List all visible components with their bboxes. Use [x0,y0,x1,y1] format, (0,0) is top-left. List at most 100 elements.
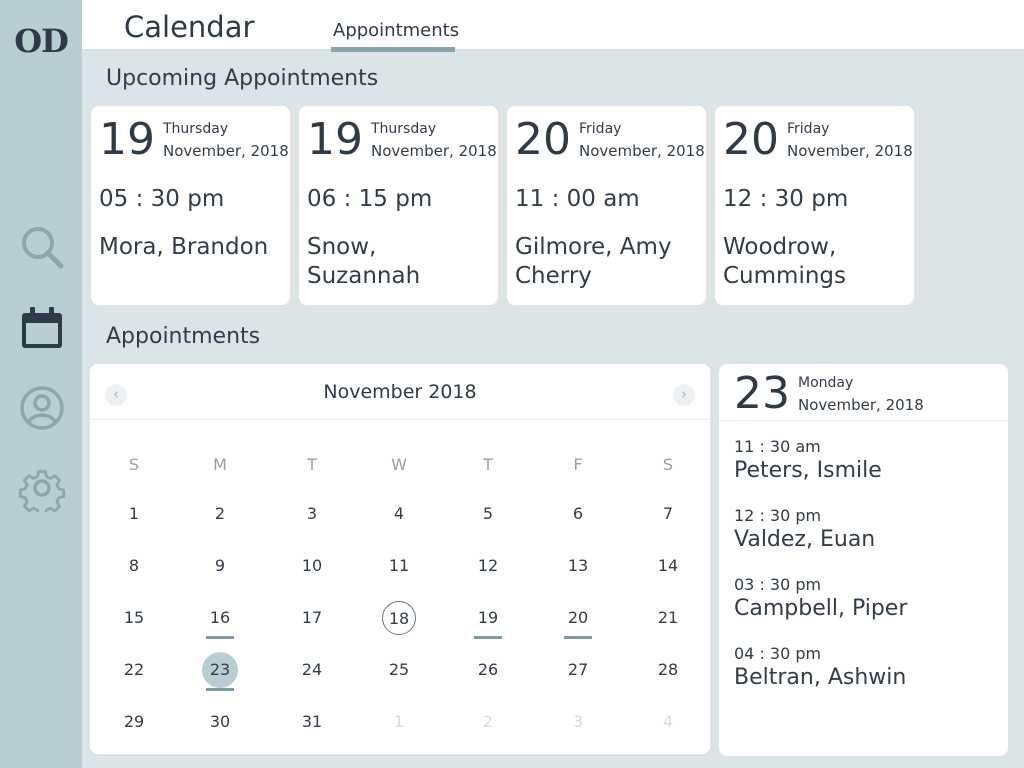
weekday-header: F [573,455,583,474]
appointment-patient: Campbell, Piper [734,596,908,621]
nav-profile[interactable] [17,383,67,433]
weekday-header: S [662,455,674,474]
day-appointment-item[interactable]: 03 : 30 pm Campbell, Piper [734,575,999,621]
calendar-day[interactable]: 26 [470,652,506,688]
calendar-day[interactable]: 31 [294,704,330,740]
weekday-header: T [307,455,317,474]
calendar-day[interactable]: 4 [381,496,417,532]
card-month-year: November, 2018 [787,142,913,160]
appointment-time: 12 : 30 pm [734,506,822,525]
day-appointment-item[interactable]: 11 : 30 am Peters, Ismile [734,437,999,483]
card-day-number: 20 [723,114,779,165]
weekday-header: T [483,455,493,474]
card-weekday: Friday [787,121,830,137]
card-weekday: Thursday [371,121,437,137]
calendar-day[interactable]: 17 [294,600,330,636]
calendar-day[interactable]: 27 [560,652,596,688]
search-icon [22,227,64,269]
day-appointments-panel: 23 Monday November, 2018 11 : 30 am Pete… [719,364,1008,756]
appointment-patient: Beltran, Ashwin [734,665,907,690]
tab-appointments[interactable]: Appointments [331,20,459,52]
weekday-header: M [213,455,227,474]
calendar-day[interactable]: 2 [202,496,238,532]
calendar-day[interactable]: 30 [202,704,238,740]
calendar-day[interactable]: 23 [202,652,238,691]
calendar-day[interactable]: 20 [560,600,596,639]
card-month-year: November, 2018 [579,142,705,160]
card-time: 11 : 00 am [515,186,640,212]
card-day-number: 20 [515,114,571,165]
calendar-day[interactable]: 8 [116,548,152,584]
calendar-day-next-month[interactable]: 4 [650,704,686,740]
calendar-day[interactable]: 10 [294,548,330,584]
calendar-day[interactable]: 15 [116,600,152,636]
month-calendar: ‹ November 2018 › S M T W T F S 1 2 3 4 5 6 7 8 9 10 11 12… [90,364,710,754]
card-patient-name: Woodrow, Cummings [723,234,846,289]
calendar-icon [22,307,62,348]
appointment-patient: Peters, Ismile [734,458,882,483]
day-panel-header: 23 Monday November, 2018 [719,364,1008,421]
calendar-day[interactable]: 19 [470,600,506,639]
appointment-patient: Valdez, Euan [734,527,876,552]
card-time: 06 : 15 pm [307,186,433,212]
gear-icon [18,470,66,512]
weekday-header: W [391,455,407,474]
nav-search[interactable] [17,222,67,272]
card-patient-name: Gilmore, Amy Cherry [515,234,672,289]
upcoming-card[interactable]: 19 Thursday November, 2018 06 : 15 pm Sn… [299,106,498,305]
appointment-time: 04 : 30 pm [734,644,822,663]
calendar-day[interactable]: 3 [294,496,330,532]
calendar-day[interactable]: 21 [650,600,686,636]
calendar-day-next-month[interactable]: 3 [560,704,596,740]
day-appointment-item[interactable]: 12 : 30 pm Valdez, Euan [734,506,999,552]
upcoming-card[interactable]: 20 Friday November, 2018 12 : 30 pm Wood… [715,106,914,305]
card-day-number: 19 [307,114,363,165]
calendar-day[interactable]: 16 [202,600,238,639]
top-header: Calendar Appointments [82,0,1024,52]
card-weekday: Thursday [163,121,229,137]
calendar-day[interactable]: 11 [381,548,417,584]
card-day-number: 19 [99,114,155,165]
calendar-day[interactable]: 13 [560,548,596,584]
card-patient-name: Mora, Brandon [99,234,269,260]
calendar-day[interactable]: 12 [470,548,506,584]
sidebar: OD [0,0,82,768]
calendar-day[interactable]: 22 [116,652,152,688]
user-icon [20,386,64,430]
card-month-year: November, 2018 [371,142,497,160]
calendar-day[interactable]: 1 [116,496,152,532]
upcoming-card[interactable]: 19 Thursday November, 2018 05 : 30 pm Mo… [91,106,290,305]
nav-calendar[interactable] [17,303,67,353]
card-patient-name: Snow, Suzannah [307,234,421,289]
day-appointment-item[interactable]: 04 : 30 pm Beltran, Ashwin [734,644,999,690]
appointment-time: 11 : 30 am [734,437,821,456]
upcoming-section-title: Upcoming Appointments [106,66,379,91]
weekday-header: S [128,455,140,474]
calendar-day[interactable]: 25 [381,652,417,688]
appointments-section-title: Appointments [106,324,261,349]
upcoming-card[interactable]: 20 Friday November, 2018 11 : 00 am Gilm… [507,106,706,305]
calendar-day[interactable]: 28 [650,652,686,688]
calendar-day[interactable]: 9 [202,548,238,584]
calendar-day[interactable]: 5 [470,496,506,532]
card-month-year: November, 2018 [163,142,289,160]
calendar-day[interactable]: 7 [650,496,686,532]
day-panel-weekday: Monday [798,375,854,391]
card-weekday: Friday [579,121,622,137]
calendar-day[interactable]: 14 [650,548,686,584]
calendar-day[interactable]: 24 [294,652,330,688]
card-time: 12 : 30 pm [723,186,849,212]
calendar-header: ‹ November 2018 › [90,364,710,420]
day-panel-month-year: November, 2018 [798,396,924,414]
calendar-day[interactable]: 29 [116,704,152,740]
nav-settings[interactable] [17,463,67,513]
calendar-day[interactable]: 6 [560,496,596,532]
next-month-button[interactable]: › [673,384,695,406]
calendar-day[interactable]: 18 [382,601,416,635]
calendar-day-next-month[interactable]: 1 [381,704,417,740]
app-logo: OD [14,22,69,60]
calendar-month-label: November 2018 [323,381,477,403]
day-panel-day-number: 23 [734,368,790,419]
appointment-time: 03 : 30 pm [734,575,822,594]
calendar-day-next-month[interactable]: 2 [470,704,506,740]
